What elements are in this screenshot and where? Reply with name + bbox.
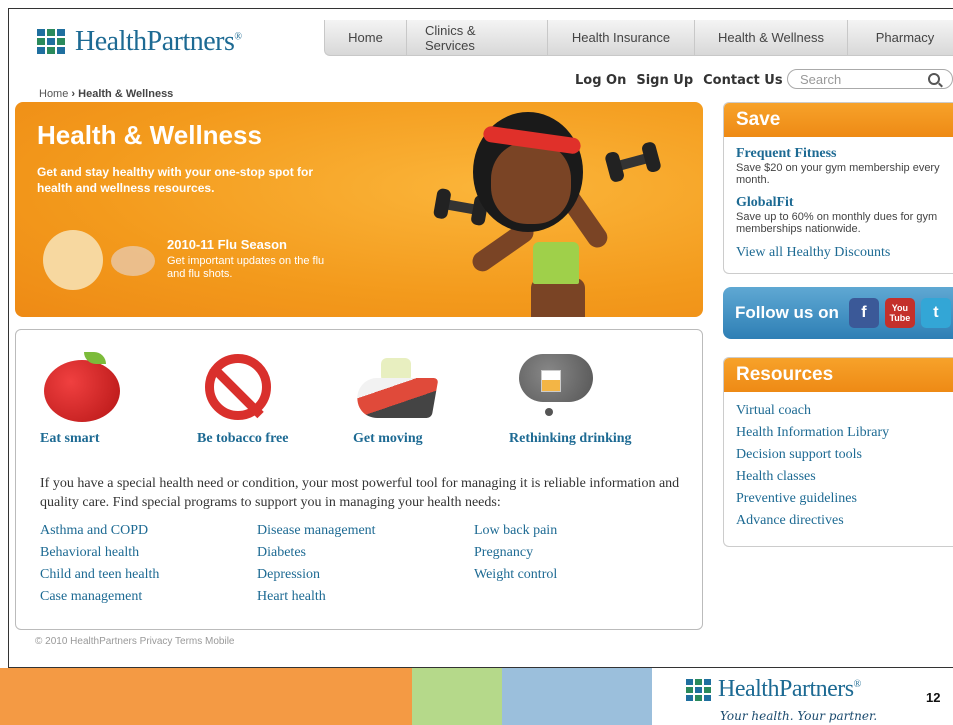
program-link[interactable]: Depression — [257, 564, 376, 586]
twitter-icon[interactable]: t — [920, 298, 951, 328]
healthpartners-logo[interactable]: HealthPartners® — [37, 26, 242, 58]
breadcrumb: Home › Health & Wellness — [39, 88, 173, 100]
tile-eat-smart[interactable]: Eat smart — [40, 350, 120, 447]
search-icon[interactable] — [928, 73, 940, 85]
tab-home[interactable]: Home — [324, 20, 406, 56]
sign-up-link[interactable]: Sign Up — [636, 73, 693, 88]
resource-link[interactable]: Preventive guidelines — [724, 488, 953, 510]
program-link[interactable]: Disease management — [257, 520, 376, 542]
dumbbell-icon — [442, 198, 480, 216]
breadcrumb-current: Health & Wellness — [78, 88, 174, 100]
breadcrumb-separator: › — [71, 88, 76, 100]
youtube-icon[interactable]: You Tube — [884, 298, 915, 328]
tab-health-insurance[interactable]: Health Insurance — [547, 20, 694, 56]
resources-panel-title: Resources — [724, 358, 953, 392]
slide-logo-text: HealthPartners® — [718, 676, 861, 702]
logo-mark-icon — [686, 678, 712, 701]
follow-us-bar: Follow us on f You Tube t — [723, 287, 953, 339]
tile-tobacco-free[interactable]: Be tobacco free — [197, 350, 288, 447]
top-navigation: Home Clinics & Services Health Insurance… — [324, 20, 953, 56]
slide-band-orange — [0, 668, 412, 725]
save-panel: Save Frequent Fitness Save $20 on your g… — [723, 102, 953, 274]
flu-girl-illustration[interactable] — [43, 230, 103, 290]
program-column-3: Low back pain Pregnancy Weight control — [474, 520, 557, 586]
search-placeholder: Search — [800, 71, 842, 87]
program-link[interactable]: Diabetes — [257, 542, 376, 564]
hero-subtitle: Get and stay healthy with your one-stop … — [37, 165, 314, 195]
view-all-discounts-link[interactable]: View all Healthy Discounts — [724, 245, 953, 261]
logo-text: HealthPartners® — [75, 26, 242, 57]
site-footer-links[interactable]: © 2010 HealthPartners Privacy Terms Mobi… — [35, 636, 235, 647]
program-link[interactable]: Case management — [40, 586, 159, 608]
sneeze-cloud-illustration — [111, 246, 155, 276]
resources-panel: Resources Virtual coach Health Informati… — [723, 357, 953, 547]
intro-paragraph: If you have a special health need or con… — [40, 476, 680, 510]
program-link[interactable]: Weight control — [474, 564, 557, 586]
tile-label[interactable]: Eat smart — [40, 431, 120, 447]
logo-mark-icon — [37, 29, 67, 55]
search-input[interactable]: Search — [787, 69, 953, 89]
lady-face — [491, 142, 571, 224]
hero-banner: Health & Wellness Get and stay healthy w… — [15, 102, 703, 317]
hero-title: Health & Wellness — [37, 120, 262, 150]
program-link[interactable]: Pregnancy — [474, 542, 557, 564]
youtube-icon-text: Tube — [889, 313, 911, 323]
save-item: Frequent Fitness Save $20 on your gym me… — [724, 147, 953, 187]
slide-band-blue — [502, 668, 652, 725]
no-smoking-icon[interactable] — [197, 350, 277, 425]
resource-link[interactable]: Virtual coach — [724, 400, 953, 422]
resource-link[interactable]: Advance directives — [724, 510, 953, 532]
green-tank-top — [533, 242, 579, 284]
resources-list: Virtual coach Health Information Library… — [724, 400, 953, 532]
program-column-2: Disease management Diabetes Depression H… — [257, 520, 376, 608]
program-link[interactable]: Child and teen health — [40, 564, 159, 586]
program-link[interactable]: Behavioral health — [40, 542, 159, 564]
flu-season-description: Get important updates on the flu and flu… — [167, 255, 325, 280]
resource-link[interactable]: Health classes — [724, 466, 953, 488]
save-item-desc: Save $20 on your gym membership every mo… — [736, 162, 940, 186]
slide-page-number: 12 — [926, 690, 941, 705]
wellness-tiles: Eat smart Be tobacco free Get moving Ret… — [40, 350, 680, 450]
program-column-1: Asthma and COPD Behavioral health Child … — [40, 520, 159, 608]
follow-us-label: Follow us on — [735, 303, 839, 322]
utility-links: Log On Sign Up Contact Us — [575, 73, 783, 88]
save-item-title[interactable]: GlobalFit — [736, 196, 951, 210]
wellness-content-box: Eat smart Be tobacco free Get moving Ret… — [15, 329, 703, 630]
breadcrumb-home[interactable]: Home — [39, 88, 68, 100]
tile-get-moving[interactable]: Get moving — [353, 350, 439, 447]
resource-link[interactable]: Decision support tools — [724, 444, 953, 466]
program-link[interactable]: Heart health — [257, 586, 376, 608]
dumbbell-icon — [614, 152, 652, 172]
tab-clinics-services[interactable]: Clinics & Services — [406, 20, 547, 56]
slide-tagline: Your health. Your partner. — [720, 709, 878, 723]
log-on-link[interactable]: Log On — [575, 73, 626, 88]
slide-logo: HealthPartners® — [686, 676, 861, 703]
save-item-desc: Save up to 60% on monthly dues for gym m… — [736, 211, 938, 235]
youtube-icon-text: You — [891, 303, 909, 313]
save-item: GlobalFit Save up to 60% on monthly dues… — [724, 196, 953, 236]
tab-pharmacy[interactable]: Pharmacy — [847, 20, 953, 56]
program-link[interactable]: Asthma and COPD — [40, 520, 159, 542]
slide-band-green — [412, 668, 502, 725]
flu-season-link[interactable]: 2010-11 Flu Season — [167, 237, 287, 252]
tile-rethinking-drinking[interactable]: Rethinking drinking — [509, 350, 632, 447]
running-shoe-icon[interactable] — [353, 350, 439, 425]
contact-us-link[interactable]: Contact Us — [703, 73, 782, 88]
facebook-icon[interactable]: f — [848, 298, 879, 328]
tile-label[interactable]: Be tobacco free — [197, 431, 288, 447]
save-item-title[interactable]: Frequent Fitness — [736, 147, 951, 161]
apple-icon[interactable] — [40, 350, 120, 425]
program-link[interactable]: Low back pain — [474, 520, 557, 542]
resource-link[interactable]: Health Information Library — [724, 422, 953, 444]
save-panel-title: Save — [724, 103, 953, 137]
thought-cloud-drink-icon[interactable] — [509, 350, 593, 425]
browser-screenshot: HealthPartners® Home Clinics & Services … — [8, 8, 953, 668]
tile-label[interactable]: Rethinking drinking — [509, 431, 632, 447]
tile-label[interactable]: Get moving — [353, 431, 433, 447]
tab-health-wellness[interactable]: Health & Wellness — [694, 20, 847, 56]
